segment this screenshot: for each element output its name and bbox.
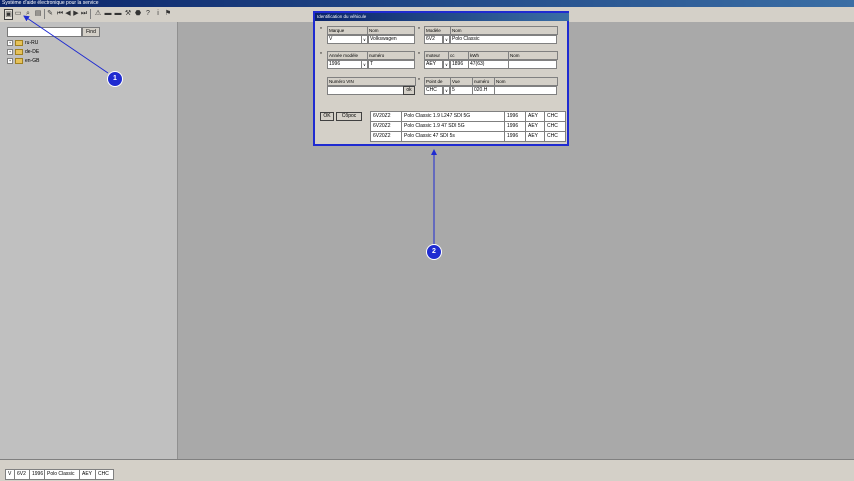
- annotation-arrow-1: [23, 15, 109, 74]
- status-bar: V 6V2 1996 Polo Classic AEY CHC: [0, 459, 854, 481]
- status-cell: CHC: [95, 469, 114, 480]
- annotation-marker-2: 2: [426, 244, 442, 260]
- annotation-marker-1: 1: [107, 71, 123, 87]
- status-cell: Polo Classic: [44, 469, 81, 480]
- annotation-arrows: [23, 15, 437, 244]
